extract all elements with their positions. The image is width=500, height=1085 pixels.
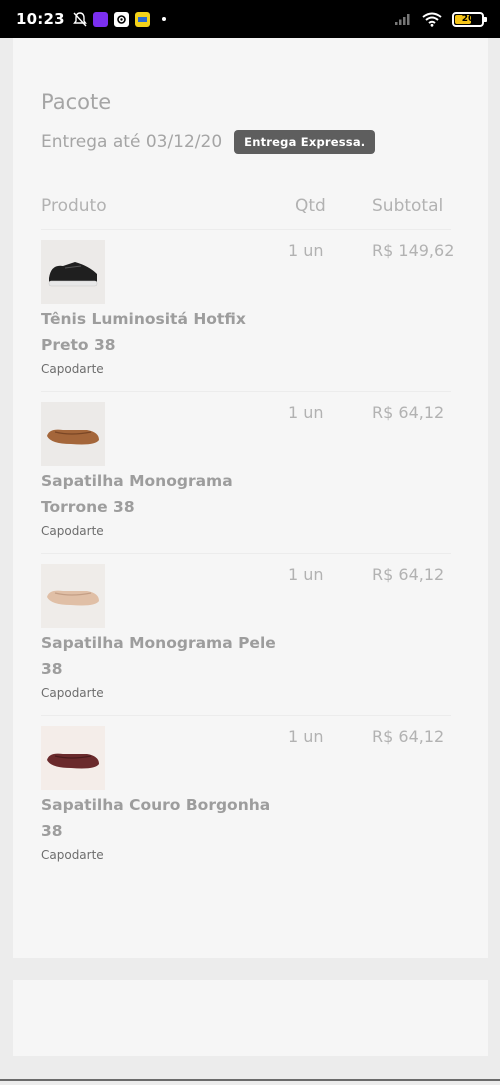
product-image[interactable]: [41, 726, 105, 790]
package-title: Pacote: [41, 90, 112, 114]
delivery-info: Entrega até 03/12/20 Entrega Expressa.: [41, 130, 376, 154]
column-header-subtotal: Subtotal: [372, 196, 444, 216]
product-subtotal: R$ 149,62: [372, 241, 455, 260]
product-name[interactable]: Tênis Luminositá Hotfix Preto 38: [41, 306, 291, 358]
product-brand: Capodarte: [41, 524, 104, 538]
column-header-qty: Qtd: [295, 196, 326, 216]
app-icon-purple: [92, 11, 108, 27]
product-brand: Capodarte: [41, 848, 104, 862]
section-divider: [13, 958, 488, 980]
product-image[interactable]: [41, 240, 105, 304]
express-delivery-badge: Entrega Expressa.: [234, 130, 376, 154]
product-subtotal: R$ 64,12: [372, 403, 445, 422]
flat-shoe-image: [41, 402, 105, 466]
package-card: Pacote Entrega até 03/12/20 Entrega Expr…: [13, 38, 488, 1056]
product-qty: 1 un: [288, 403, 324, 422]
notification-off-icon: [72, 11, 87, 26]
status-time: 10:23: [16, 10, 65, 28]
product-qty: 1 un: [288, 241, 324, 260]
product-brand: Capodarte: [41, 362, 104, 376]
product-subtotal: R$ 64,12: [372, 727, 445, 746]
product-qty: 1 un: [288, 565, 324, 584]
delivery-date: Entrega até 03/12/20: [41, 132, 223, 152]
column-header-product: Produto: [41, 196, 107, 216]
flat-shoe-image: [41, 564, 105, 628]
battery-icon: 20: [452, 11, 487, 27]
product-name[interactable]: Sapatilha Monograma Torrone 38: [41, 468, 291, 520]
sneaker-image: [41, 240, 105, 304]
product-name[interactable]: Sapatilha Couro Borgonha 38: [41, 792, 291, 844]
product-name[interactable]: Sapatilha Monograma Pele 38: [41, 630, 291, 682]
notification-icons: [72, 11, 166, 27]
app-icon-settings: [113, 11, 129, 27]
status-bar: 10:23 20: [0, 0, 500, 38]
signal-icon: [395, 14, 410, 25]
product-image[interactable]: [41, 564, 105, 628]
status-right: 20: [394, 11, 487, 27]
product-row[interactable]: Tênis Luminositá Hotfix Preto 38 Capodar…: [41, 230, 461, 390]
app-icon-yellow: [134, 11, 150, 27]
product-row[interactable]: Sapatilha Monograma Pele 38 Capodarte 1 …: [41, 554, 461, 714]
product-qty: 1 un: [288, 727, 324, 746]
product-row[interactable]: Sapatilha Couro Borgonha 38 Capodarte 1 …: [41, 716, 461, 876]
more-notifications-dot: [161, 17, 166, 21]
flat-shoe-image: [41, 726, 105, 790]
battery-level: 20: [461, 14, 475, 24]
product-image[interactable]: [41, 402, 105, 466]
product-row[interactable]: Sapatilha Monograma Torrone 38 Capodarte…: [41, 392, 461, 552]
navigation-bar-line: [0, 1079, 500, 1081]
product-brand: Capodarte: [41, 686, 104, 700]
wifi-icon: [422, 12, 442, 27]
product-subtotal: R$ 64,12: [372, 565, 445, 584]
